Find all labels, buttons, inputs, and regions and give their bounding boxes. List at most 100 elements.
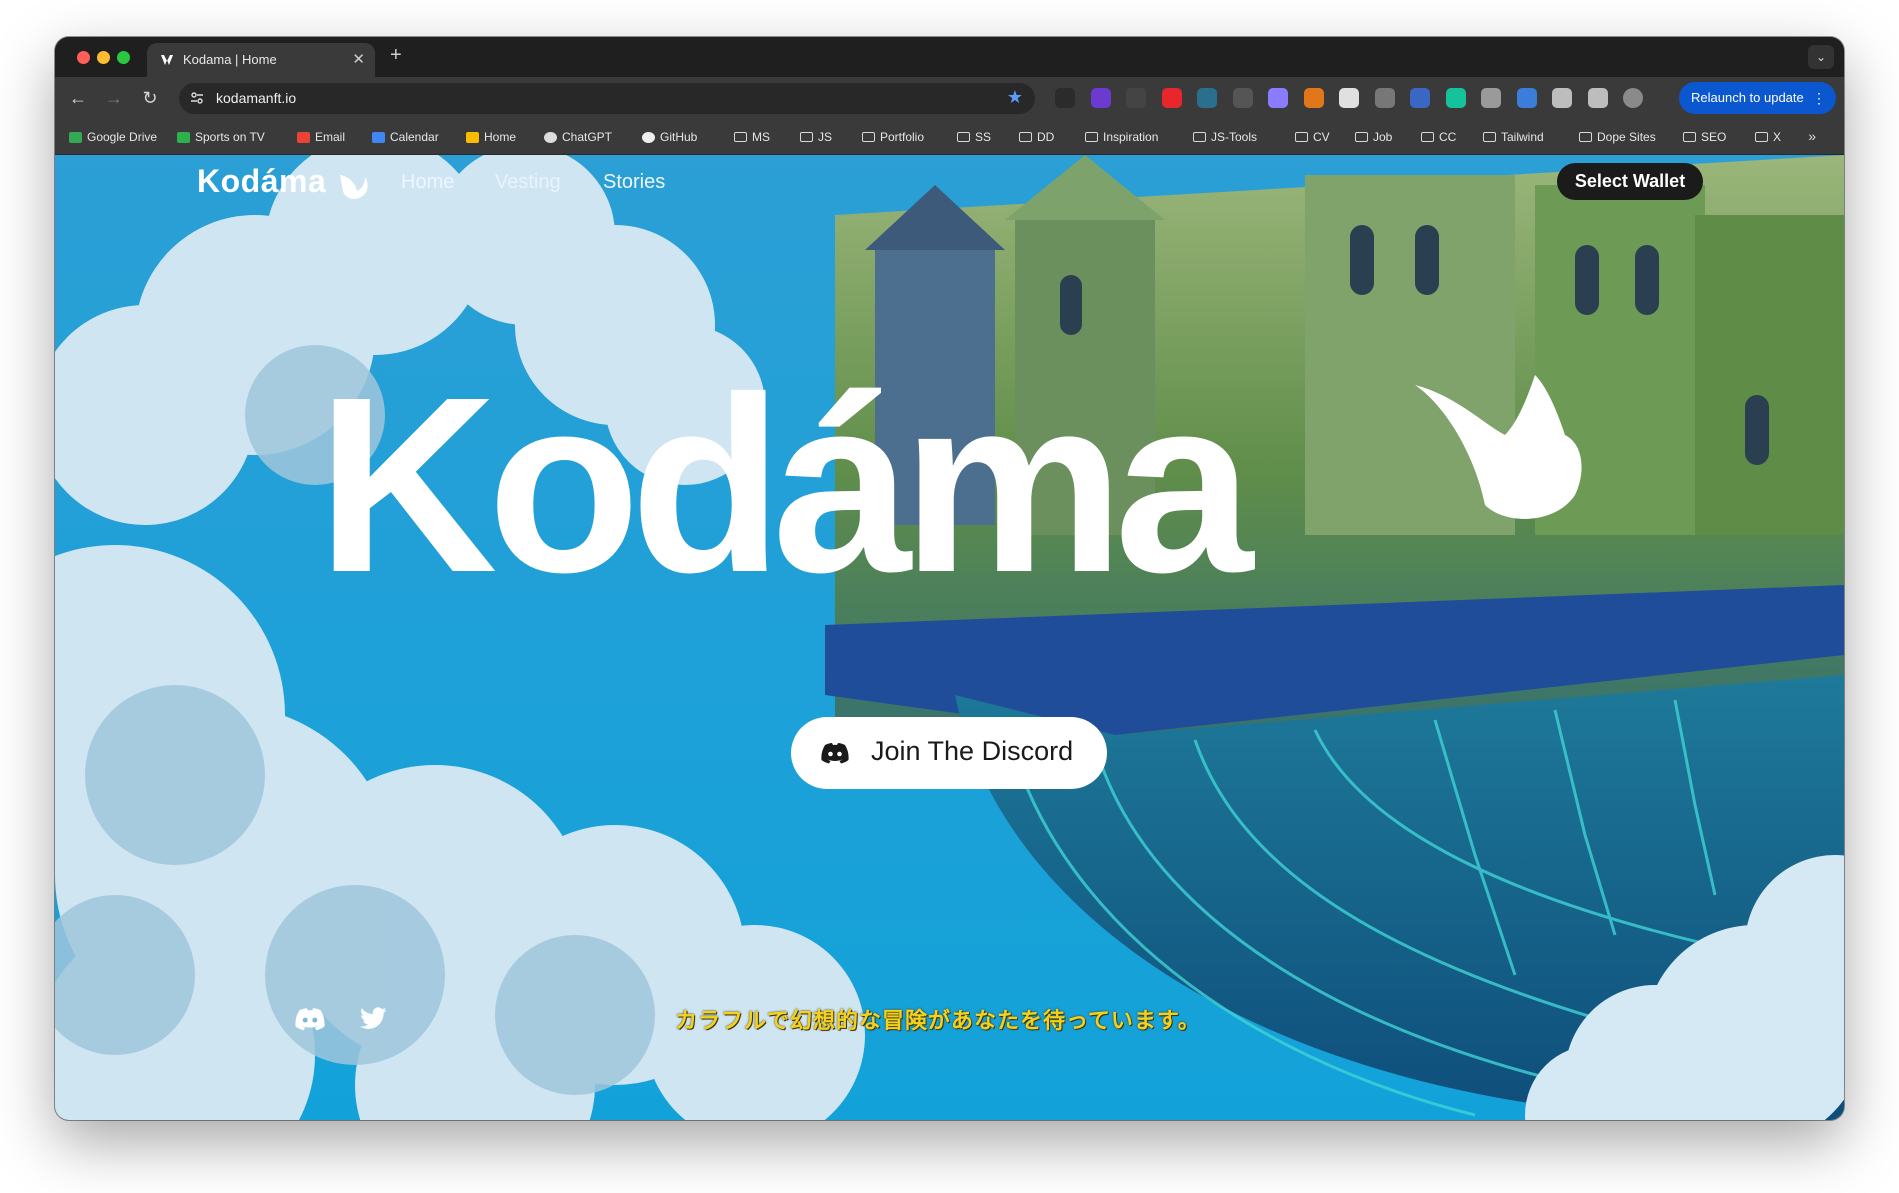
bookmark-google-drive[interactable]: Google Drive — [69, 130, 157, 144]
folder-icon — [1421, 132, 1434, 142]
twitter-icon[interactable] — [360, 1007, 386, 1029]
folder-icon — [1085, 132, 1098, 142]
bookmark-cv[interactable]: CV — [1295, 130, 1330, 144]
bookmark-label: MS — [752, 130, 770, 144]
reload-icon[interactable]: ↻ — [139, 87, 161, 109]
discord-icon — [821, 743, 849, 764]
bookmark-label: Email — [315, 130, 346, 144]
folder-icon — [1019, 132, 1032, 142]
folder-icon — [1193, 132, 1206, 142]
bookmark-star-icon[interactable]: ★ — [1007, 87, 1023, 108]
forward-arrow-icon[interactable]: → — [103, 87, 125, 109]
folder-icon — [1755, 132, 1768, 142]
bookmark-label: JS-Tools — [1211, 130, 1258, 144]
folder-icon — [1579, 132, 1592, 142]
bookmark-ss[interactable]: SS — [957, 130, 991, 144]
profile-avatar-icon[interactable] — [1623, 88, 1643, 108]
reading-list-icon[interactable] — [1587, 88, 1608, 108]
red-extension-icon[interactable] — [1161, 88, 1182, 108]
edit-extension-icon[interactable] — [1374, 88, 1395, 108]
bookmark-label: Portfolio — [880, 130, 925, 144]
close-window-button[interactable] — [77, 51, 90, 64]
circle-extension-icon[interactable] — [1339, 88, 1359, 108]
new-tab-button[interactable]: + — [390, 44, 402, 67]
bookmark-cc[interactable]: CC — [1421, 130, 1456, 144]
bookmark-job[interactable]: Job — [1355, 130, 1392, 144]
bookmark-ms[interactable]: MS — [734, 130, 770, 144]
bookmark-js[interactable]: JS — [800, 130, 832, 144]
more-bookmarks-icon[interactable]: » — [1808, 128, 1816, 144]
tab-search-button[interactable]: ⌄ — [1808, 45, 1834, 69]
folder-icon — [1295, 132, 1308, 142]
bookmark-label: Home — [484, 130, 517, 144]
browser-window: Kodama | Home ✕ + ⌄ ← → ↻ kodamanft.io ★… — [55, 37, 1844, 1120]
bookmark-tailwind[interactable]: Tailwind — [1483, 130, 1544, 144]
bookmark-label: SEO — [1701, 130, 1727, 144]
metamask-icon[interactable] — [1303, 88, 1324, 108]
google-drive-icon — [69, 131, 82, 143]
bookmark-email[interactable]: Email — [297, 130, 345, 144]
camera-extension-icon[interactable] — [1481, 88, 1501, 108]
puzzle-extensions-icon[interactable] — [1552, 88, 1572, 108]
nav-vesting-link[interactable]: Vesting — [495, 171, 561, 194]
bookmark-seo[interactable]: SEO — [1683, 130, 1726, 144]
github-icon — [642, 131, 655, 143]
sports-tv-icon — [177, 131, 190, 143]
join-discord-label: Join The Discord — [871, 736, 1074, 766]
join-discord-button[interactable]: Join The Discord — [791, 717, 1107, 789]
bookmark-label: ChatGPT — [562, 130, 613, 144]
colorzilla-icon[interactable] — [1410, 88, 1430, 108]
folder-icon — [734, 132, 747, 142]
url-text: kodamanft.io — [216, 90, 297, 106]
bookmark-label: Job — [1373, 130, 1393, 144]
discord-icon[interactable] — [295, 1007, 325, 1031]
nav-stories-link[interactable]: Stories — [603, 171, 665, 194]
tab-kodama-home[interactable]: Kodama | Home ✕ — [147, 43, 375, 77]
tab-close-icon[interactable]: ✕ — [352, 50, 365, 68]
select-wallet-button[interactable]: Select Wallet — [1557, 163, 1703, 200]
bookmark-label: SS — [975, 130, 992, 144]
react-devtools-icon[interactable] — [1197, 88, 1217, 108]
nav-home-link[interactable]: Home — [401, 171, 454, 194]
site-logo[interactable]: Kodáma — [197, 163, 326, 200]
more-menu-icon[interactable]: ⋮ — [1812, 82, 1826, 114]
bookmark-label: GitHub — [660, 130, 698, 144]
maps-pin-icon — [466, 131, 479, 143]
bookmark-chatgpt[interactable]: ChatGPT — [544, 130, 612, 144]
chatgpt-icon — [544, 131, 557, 143]
bookmark-label: CV — [1313, 130, 1330, 144]
relaunch-to-update-button[interactable]: Relaunch to update ⋮ — [1679, 82, 1836, 114]
grammarly-icon[interactable] — [1445, 88, 1466, 108]
bookmarks-bar: Google Drive Sports on TV Email Calendar Hom… — [55, 120, 1844, 155]
bookmark-label: Dope Sites — [1597, 130, 1656, 144]
relaunch-label: Relaunch to update — [1691, 90, 1804, 105]
kodama-favicon-icon — [161, 55, 173, 65]
purple-extension-icon[interactable] — [1090, 88, 1111, 108]
site-settings-icon[interactable] — [189, 90, 205, 106]
bookmark-js-tools[interactable]: JS-Tools — [1193, 130, 1257, 144]
minimize-window-button[interactable] — [97, 51, 110, 64]
paint-extension-icon[interactable] — [1126, 88, 1146, 108]
folder-icon — [1683, 132, 1696, 142]
bookmark-x[interactable]: X — [1755, 130, 1781, 144]
back-arrow-icon[interactable]: ← — [67, 87, 89, 109]
new-badge-icon[interactable] — [1055, 88, 1075, 108]
bookmark-github[interactable]: GitHub — [642, 130, 697, 144]
bookmark-dope-sites[interactable]: Dope Sites — [1579, 130, 1656, 144]
bookmark-dd[interactable]: DD — [1019, 130, 1054, 144]
hero-tagline: カラフルで幻想的な冒険があなたを待っています。 — [675, 1008, 1201, 1033]
maximize-window-button[interactable] — [117, 51, 130, 64]
folder-icon — [800, 132, 813, 142]
bookmark-sports-on-tv[interactable]: Sports on TV — [177, 130, 265, 144]
address-bar[interactable]: kodamanft.io ★ — [179, 83, 1035, 114]
bookmark-home[interactable]: Home — [466, 130, 516, 144]
bridge-extension-icon[interactable] — [1516, 88, 1537, 108]
bookmark-portfolio[interactable]: Portfolio — [862, 130, 924, 144]
bookmark-calendar[interactable]: Calendar — [372, 130, 439, 144]
ghost-extension-icon[interactable] — [1268, 88, 1288, 108]
target-extension-icon[interactable] — [1232, 88, 1253, 108]
toolbar: ← → ↻ kodamanft.io ★ Relaunch to update … — [55, 77, 1844, 120]
folder-icon — [1483, 132, 1496, 142]
bookmark-label: Calendar — [390, 130, 439, 144]
bookmark-inspiration[interactable]: Inspiration — [1085, 130, 1158, 144]
